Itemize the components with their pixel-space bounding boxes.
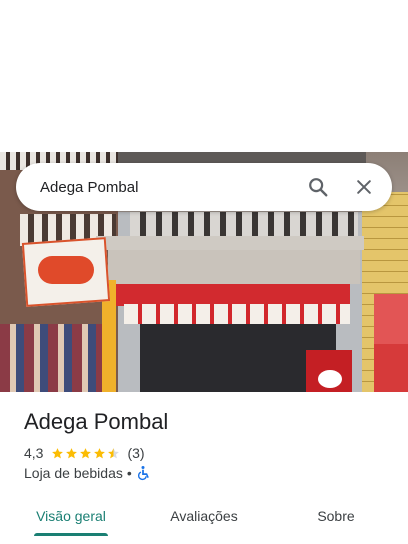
tab-about[interactable]: Sobre [308,496,364,536]
close-icon[interactable] [350,173,378,201]
star-icon [66,447,78,458]
place-panel: Adega Pombal Adega Pombal 4,3 (3) Loja d… [0,0,408,544]
place-category: Loja de bebidas [24,465,123,481]
tab-bar: Visão geral Avaliações Sobre [0,496,408,544]
separator: • [126,465,132,481]
category-row: Loja de bebidas • [24,465,150,481]
rating-value: 4,3 [24,445,44,461]
photo-ledge [96,236,364,250]
photo-sign-logo [38,256,94,284]
photo-right-cooler [374,344,408,392]
star-rating [51,447,121,460]
photo-hanging-goods [0,324,102,392]
search-input[interactable]: Adega Pombal [40,179,304,196]
tab-reviews[interactable]: Avaliações [160,496,248,536]
half-star-icon [108,447,120,458]
photo-cooler-logo [318,370,342,388]
search-bar[interactable]: Adega Pombal [16,163,392,211]
place-title: Adega Pombal [24,409,169,434]
tab-overview[interactable]: Visão geral [34,496,108,536]
photo-right-awning [374,294,408,344]
photo-awning-frame [108,250,360,284]
star-icon [52,447,64,458]
search-icon[interactable] [304,173,332,201]
active-tab-indicator [34,533,108,536]
star-icon [80,447,92,458]
photo-red-band [116,284,350,306]
star-icon [94,447,106,458]
review-count[interactable]: (3) [127,445,144,461]
photo-posters [124,304,350,324]
wheelchair-icon [136,465,150,481]
rating-row[interactable]: 4,3 (3) [24,445,145,461]
